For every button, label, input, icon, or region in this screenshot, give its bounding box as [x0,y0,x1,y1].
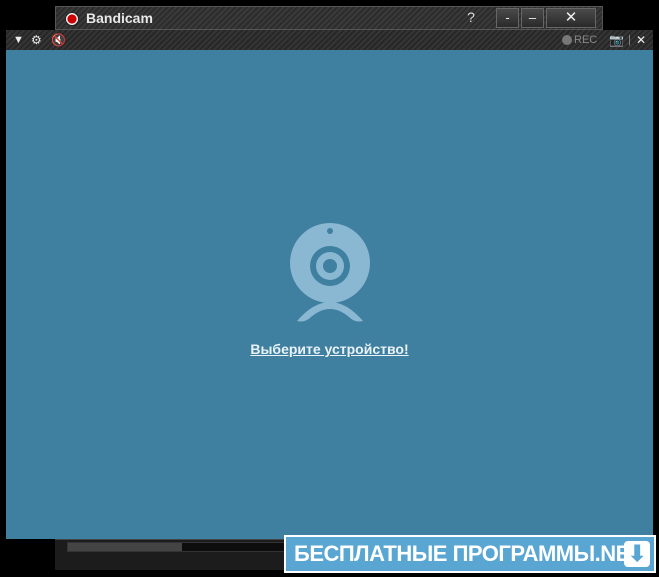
rec-dot-icon[interactable] [562,35,572,45]
preview-area: Выберите устройство! [6,50,653,539]
rec-button[interactable]: REC [574,32,597,48]
app-title: Bandicam [86,10,153,26]
toolbar-separator: | [628,34,631,46]
close-button[interactable]: ✕ [546,8,596,28]
toolbar: ▼ ⚙ 🔇 REC 📷 | ✕ [6,30,653,50]
close-icon[interactable]: ✕ [636,32,646,48]
dropdown-icon[interactable]: ▼ [13,32,24,48]
help-button[interactable]: ? [461,9,481,27]
gear-icon[interactable]: ⚙ [31,32,42,48]
banner-text: БЕСПЛАТНЫЕ ПРОГРАММЫ.NET [294,541,643,566]
camera-icon[interactable]: 📷 [609,32,624,48]
title-bar[interactable]: Bandicam ? - – ✕ [55,6,603,30]
bandicam-window: Bandicam ? - – ✕ ▼ ⚙ 🔇 REC 📷 | ✕ Выберит… [0,0,659,577]
bandicam-logo-icon [65,12,79,26]
webcam-icon [290,223,370,322]
mute-icon[interactable]: 🔇 [51,32,66,48]
progress-fill [68,543,183,551]
select-device-link[interactable]: Выберите устройство! [6,341,653,357]
minimize-button[interactable]: – [521,8,544,28]
download-arrow-icon: ⬇ [624,541,650,567]
watermark-banner: БЕСПЛАТНЫЕ ПРОГРАММЫ.NET ⬇ [284,535,656,573]
pin-button[interactable]: - [496,8,519,28]
